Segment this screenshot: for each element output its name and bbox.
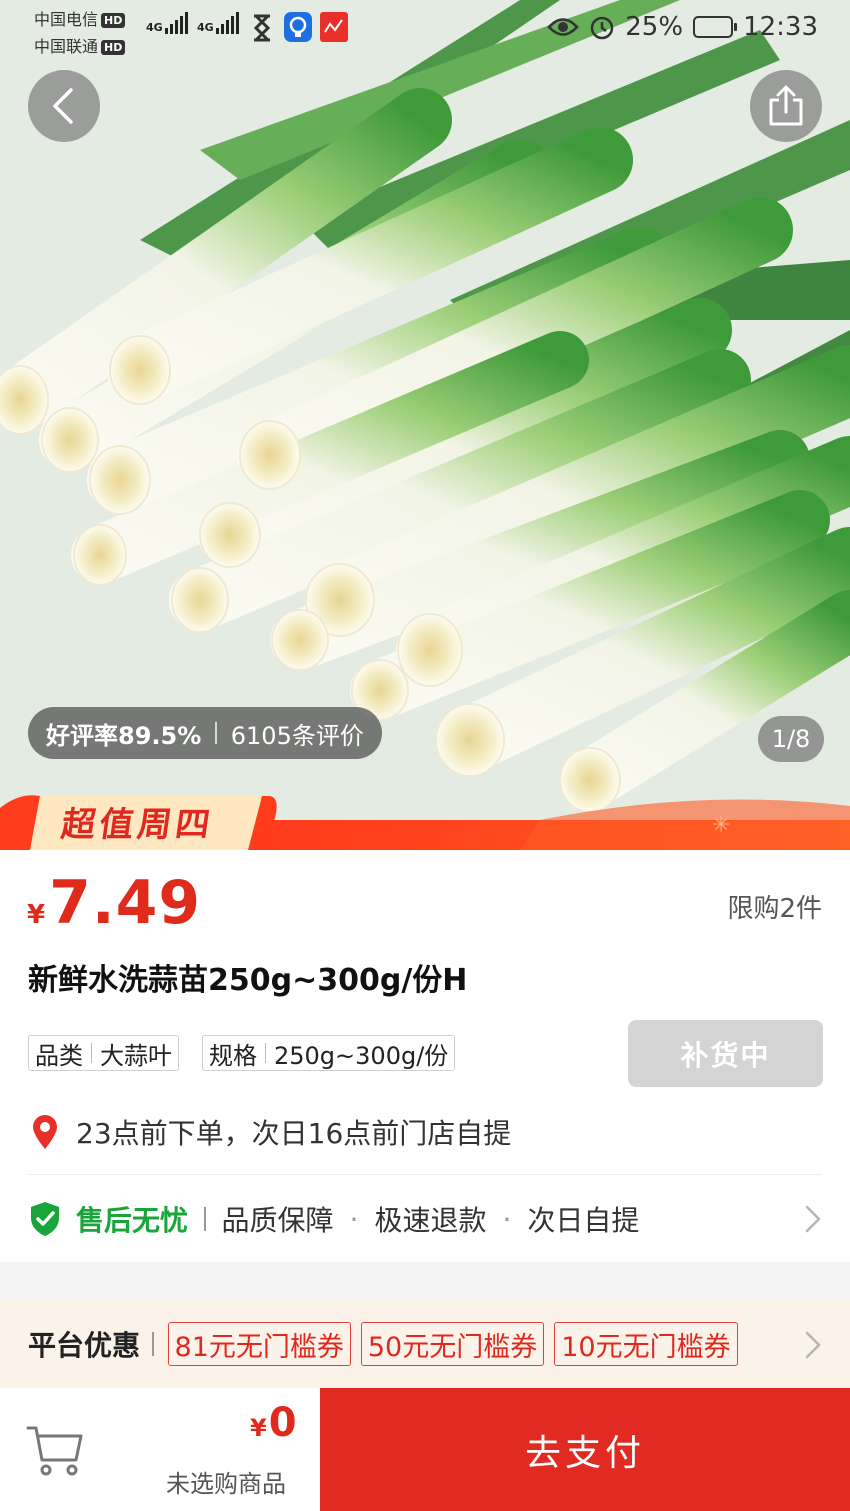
status-bar: 中国电信 HD 中国联通 HD 4G 4G 25% 12:33 [0, 0, 850, 58]
checkout-bar: ¥ 0 未选购商品 去支付 [0, 1388, 850, 1511]
share-icon [769, 85, 803, 126]
carrier-1: 中国电信 HD [34, 6, 126, 30]
promo-label: 超值周四 [58, 805, 217, 845]
battery-icon [693, 16, 738, 38]
signal-1-icon: 4G [146, 12, 190, 34]
status-right: 25% 12:33 [547, 12, 818, 42]
clock: 12:33 [743, 12, 818, 42]
battery-percent: 25% [625, 12, 684, 42]
app-notification-2-icon [320, 12, 348, 42]
alarm-icon [591, 16, 614, 40]
shield-check-icon [31, 1202, 59, 1236]
coupon-tag[interactable]: 81元无门槛券 [167, 1322, 351, 1366]
product-price: ¥ 7.49 [27, 868, 202, 938]
review-count: 6105条评价 [230, 721, 364, 750]
signal-2-icon: 4G [197, 12, 241, 34]
aftersale-item: 极速退款 [374, 1204, 487, 1237]
cart-total: ¥ 0 [250, 1400, 297, 1446]
coupon-tag[interactable]: 50元无门槛券 [360, 1322, 545, 1366]
aftersale-item: 次日自提 [527, 1204, 640, 1237]
product-image-gallery[interactable]: 中国电信 HD 中国联通 HD 4G 4G 25% 12:33 好评率89.5%… [0, 0, 850, 850]
hourglass-icon [253, 14, 271, 42]
image-page-indicator: 1/8 [758, 716, 824, 762]
aftersale-title: 售后无忧 [76, 1204, 189, 1237]
back-button[interactable] [28, 70, 100, 142]
aftersale-item: 品质保障 [221, 1204, 334, 1237]
sparkle-icon: ✳ [712, 813, 730, 838]
rating-summary[interactable]: 好评率89.5% 6105条评价 [28, 707, 382, 759]
aftersale-guarantee-row[interactable]: 售后无忧 品质保障 · 极速退款 · 次日自提 [28, 1198, 822, 1240]
spec-size: 规格 250g~300g/份 [202, 1035, 456, 1071]
restock-button[interactable]: 补货中 [628, 1020, 823, 1087]
platform-coupons-row[interactable]: 平台优惠 81元无门槛券 50元无门槛券 10元无门槛券 [0, 1300, 850, 1388]
coupon-tag[interactable]: 10元无门槛券 [554, 1322, 738, 1366]
carrier-2: 中国联通 HD [34, 33, 126, 57]
section-divider [28, 1174, 822, 1175]
coupon-label: 平台优惠 [28, 1329, 141, 1362]
share-button[interactable] [750, 70, 822, 142]
pickup-note: 23点前下单，次日16点前门店自提 [30, 1112, 511, 1152]
chevron-left-icon [53, 88, 73, 124]
app-notification-icon [284, 12, 312, 42]
divider [215, 722, 217, 744]
eye-icon [547, 18, 579, 36]
spec-category: 品类 大蒜叶 [28, 1035, 179, 1071]
positive-rate: 好评率89.5% [46, 721, 202, 750]
chevron-right-icon [805, 1205, 821, 1233]
section-gap [0, 1262, 850, 1300]
selection-note: 未选购商品 [166, 1470, 286, 1498]
location-pin-icon [33, 1115, 57, 1149]
product-title: 新鲜水洗蒜苗250g~300g/份H [28, 963, 468, 998]
pay-button[interactable]: 去支付 [320, 1388, 850, 1511]
purchase-limit: 限购2件 [727, 894, 822, 924]
cart-icon[interactable] [26, 1424, 84, 1478]
chevron-right-icon [805, 1331, 821, 1359]
